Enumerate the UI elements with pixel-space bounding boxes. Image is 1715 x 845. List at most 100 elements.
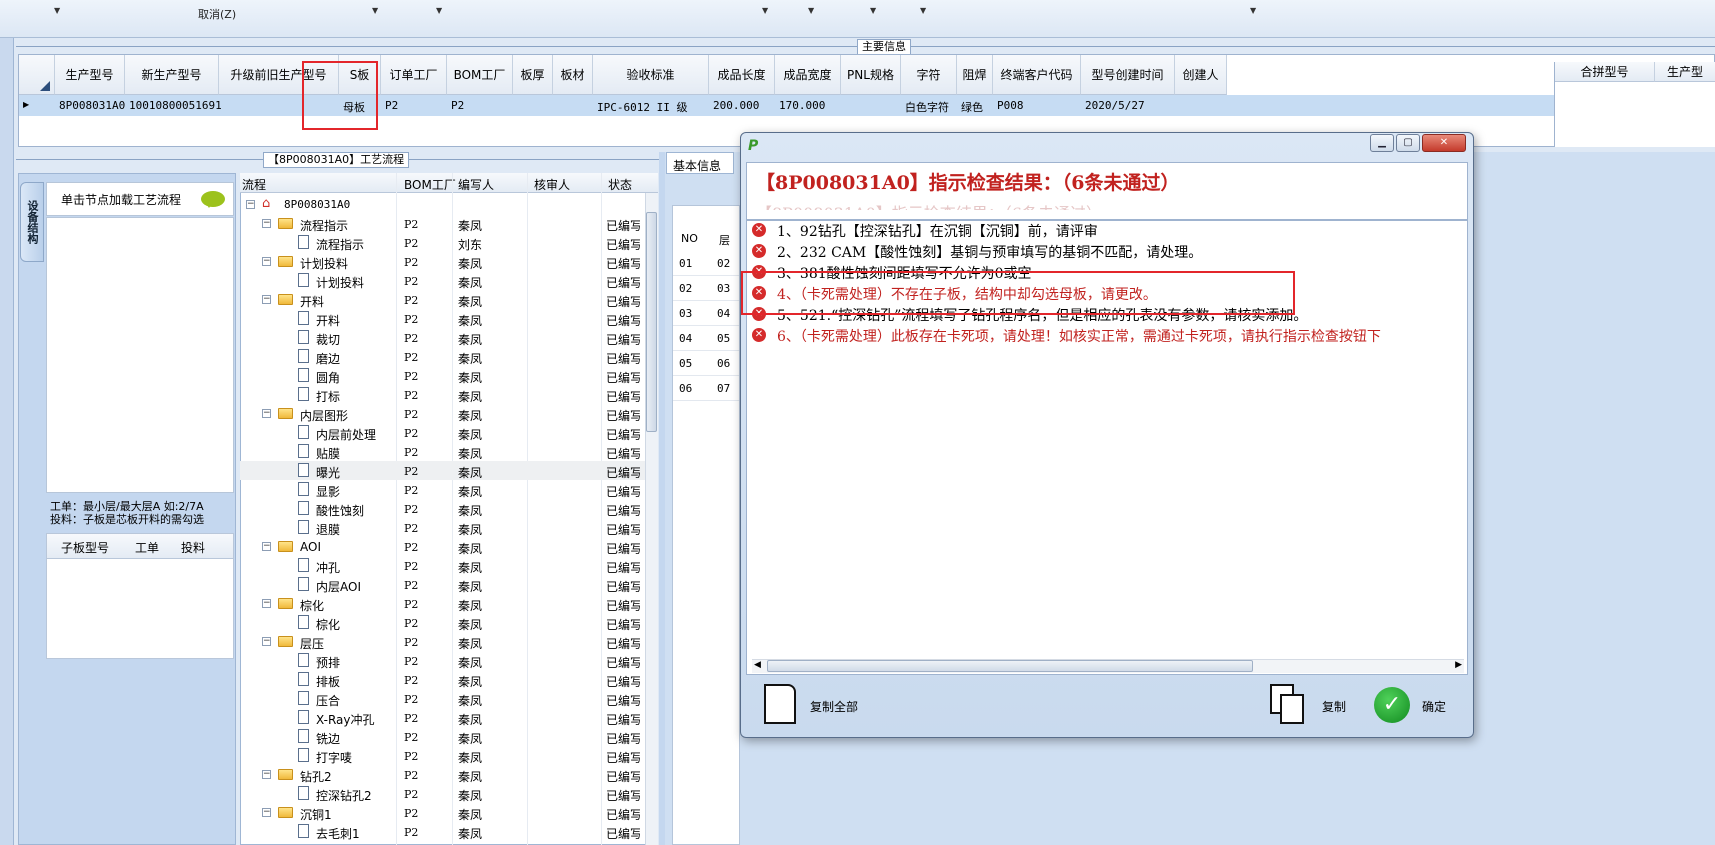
- grid-header-cell[interactable]: 验收标准: [593, 55, 709, 95]
- process-row[interactable]: 贴膜 P2 秦凤 已编写: [240, 442, 646, 461]
- grid-header-cell[interactable]: 创建人: [1175, 55, 1227, 95]
- grid-header-cell[interactable]: 成品长度: [709, 55, 775, 95]
- process-row[interactable]: 去毛刺1 P2 秦凤 已编写: [240, 822, 646, 841]
- collapse-icon[interactable]: −: [262, 808, 271, 817]
- process-row[interactable]: 开料 P2 秦凤 已编写: [240, 309, 646, 328]
- process-root-row[interactable]: − ⌂ 8P008031A0: [240, 195, 646, 214]
- collapse-icon[interactable]: −: [262, 257, 271, 266]
- layer-row[interactable]: 04 05: [673, 326, 739, 351]
- process-row[interactable]: 圆角 P2 秦凤 已编写: [240, 366, 646, 385]
- grid-cell[interactable]: 10010800051691: [129, 99, 222, 112]
- process-row[interactable]: 裁切 P2 秦凤 已编写: [240, 328, 646, 347]
- process-row[interactable]: − 开料 P2 秦凤 已编写: [240, 290, 646, 309]
- tab-basic-info[interactable]: 基本信息: [666, 152, 734, 174]
- dropdown-arrow-icon[interactable]: ▼: [436, 6, 442, 15]
- grid-cell[interactable]: 170.000: [779, 99, 825, 112]
- layer-row[interactable]: 03 04: [673, 301, 739, 326]
- process-row[interactable]: 冲孔 P2 秦凤 已编写: [240, 556, 646, 575]
- grid-header-cell[interactable]: 新生产型号: [125, 55, 219, 95]
- check-message-1[interactable]: ✕ 1、92钻孔【控深钻孔】在沉铜【沉铜】前，请评审: [752, 220, 1466, 240]
- collapse-icon[interactable]: −: [262, 542, 271, 551]
- process-row[interactable]: 显影 P2 秦凤 已编写: [240, 480, 646, 499]
- grid-cell[interactable]: 8P008031A0: [59, 99, 125, 112]
- process-row[interactable]: − 沉铜1 P2 秦凤 已编写: [240, 803, 646, 822]
- process-row[interactable]: 磨边 P2 秦凤 已编写: [240, 347, 646, 366]
- collapse-icon[interactable]: −: [262, 599, 271, 608]
- tab-equipment-structure[interactable]: 设备结构: [20, 182, 44, 262]
- process-row[interactable]: 曝光 P2 秦凤 已编写: [240, 461, 646, 480]
- grid-cell[interactable]: P2: [385, 99, 398, 112]
- process-row[interactable]: 打标 P2 秦凤 已编写: [240, 385, 646, 404]
- process-row[interactable]: X-Ray冲孔 P2 秦凤 已编写: [240, 708, 646, 727]
- collapse-icon[interactable]: −: [246, 200, 255, 209]
- message-scroll-thumb[interactable]: [767, 660, 1253, 672]
- dropdown-arrow-icon[interactable]: ▼: [762, 6, 768, 15]
- grid-header-cell[interactable]: 生产型号: [55, 55, 125, 95]
- process-row[interactable]: 打字唛 P2 秦凤 已编写: [240, 746, 646, 765]
- process-row[interactable]: 预排 P2 秦凤 已编写: [240, 651, 646, 670]
- process-row[interactable]: 压合 P2 秦凤 已编写: [240, 689, 646, 708]
- process-row[interactable]: 退膜 P2 秦凤 已编写: [240, 518, 646, 537]
- grid-header-cell[interactable]: 阻焊: [957, 55, 993, 95]
- grid-cell[interactable]: 2020/5/27: [1085, 99, 1145, 112]
- layer-row[interactable]: 01 02: [673, 251, 739, 276]
- dropdown-arrow-icon[interactable]: ▼: [870, 6, 876, 15]
- grid-cell[interactable]: P008: [997, 99, 1024, 112]
- grid-cell[interactable]: 白色字符: [905, 99, 949, 115]
- copy-all-doc-icon[interactable]: [764, 684, 796, 724]
- layer-row[interactable]: 02 03: [673, 276, 739, 301]
- process-row[interactable]: − 层压 P2 秦凤 已编写: [240, 632, 646, 651]
- process-row[interactable]: 控深钻孔2 P2 秦凤 已编写: [240, 784, 646, 803]
- process-row[interactable]: − 流程指示 P2 秦凤 已编写: [240, 214, 646, 233]
- grid-cell[interactable]: 绿色: [961, 99, 983, 115]
- dropdown-arrow-icon[interactable]: ▼: [920, 6, 926, 15]
- close-icon[interactable]: ✕: [1422, 134, 1466, 152]
- process-row[interactable]: 排板 P2 秦凤 已编写: [240, 670, 646, 689]
- grid-header-cell[interactable]: 型号创建时间: [1081, 55, 1175, 95]
- process-row[interactable]: 内层前处理 P2 秦凤 已编写: [240, 423, 646, 442]
- process-row[interactable]: 酸性蚀刻 P2 秦凤 已编写: [240, 499, 646, 518]
- process-row[interactable]: − AOI P2 秦凤 已编写: [240, 537, 646, 556]
- layer-row[interactable]: 06 07: [673, 376, 739, 401]
- scroll-left-icon[interactable]: ◀: [754, 660, 761, 670]
- copy-button[interactable]: 复制: [1322, 698, 1346, 715]
- process-scroll-thumb[interactable]: [646, 212, 657, 432]
- grid-header-cell[interactable]: BOM工厂: [447, 55, 513, 95]
- process-row[interactable]: − 内层图形 P2 秦凤 已编写: [240, 404, 646, 423]
- grid-cell[interactable]: P2: [451, 99, 464, 112]
- collapse-icon[interactable]: −: [262, 409, 271, 418]
- process-row[interactable]: 内层AOI P2 秦凤 已编写: [240, 575, 646, 594]
- copy-icon-front[interactable]: [1280, 694, 1304, 724]
- dropdown-arrow-icon[interactable]: ▼: [1250, 6, 1256, 15]
- scroll-right-icon[interactable]: ▶: [1455, 660, 1462, 670]
- grid-header-cell[interactable]: 订单工厂: [381, 55, 447, 95]
- process-row[interactable]: − 棕化 P2 秦凤 已编写: [240, 594, 646, 613]
- grid-header-cell[interactable]: 板材: [553, 55, 593, 95]
- process-row[interactable]: 流程指示 P2 刘东 已编写: [240, 233, 646, 252]
- ok-button[interactable]: 确定: [1422, 698, 1446, 715]
- collapse-icon[interactable]: −: [262, 219, 271, 228]
- copy-all-button[interactable]: 复制全部: [810, 698, 858, 715]
- collapse-icon[interactable]: −: [262, 770, 271, 779]
- layer-row[interactable]: 05 06: [673, 351, 739, 376]
- grid-cell[interactable]: 200.000: [713, 99, 759, 112]
- grid-header-cell[interactable]: 字符: [901, 55, 957, 95]
- collapse-icon[interactable]: −: [262, 295, 271, 304]
- process-row[interactable]: − 钻孔2 P2 秦凤 已编写: [240, 765, 646, 784]
- grid-header-cell[interactable]: PNL规格: [841, 55, 901, 95]
- maximize-icon[interactable]: ▢: [1396, 134, 1420, 152]
- process-row[interactable]: 铣边 P2 秦凤 已编写: [240, 727, 646, 746]
- grid-header-cell[interactable]: 成品宽度: [775, 55, 841, 95]
- process-row[interactable]: − 计划投料 P2 秦凤 已编写: [240, 252, 646, 271]
- dropdown-arrow-icon[interactable]: ▼: [54, 6, 60, 15]
- check-message-6[interactable]: ✕ 6、（卡死需处理）此板存在卡死项，请处理！如核实正常，需通过卡死项，请执行指示…: [752, 325, 1466, 345]
- confirm-check-icon[interactable]: ✓: [1374, 687, 1410, 723]
- check-message-2[interactable]: ✕ 2、232 CAM【酸性蚀刻】基铜与预审填写的基铜不匹配，请处理。: [752, 241, 1466, 261]
- grid-header-cell[interactable]: 终端客户代码: [993, 55, 1081, 95]
- process-row[interactable]: 棕化 P2 秦凤 已编写: [240, 613, 646, 632]
- dropdown-arrow-icon[interactable]: ▼: [372, 6, 378, 15]
- dropdown-arrow-icon[interactable]: ▼: [808, 6, 814, 15]
- process-row[interactable]: 计划投料 P2 秦凤 已编写: [240, 271, 646, 290]
- collapse-icon[interactable]: −: [262, 637, 271, 646]
- cancel-menu-item[interactable]: 取消(Z): [198, 6, 236, 22]
